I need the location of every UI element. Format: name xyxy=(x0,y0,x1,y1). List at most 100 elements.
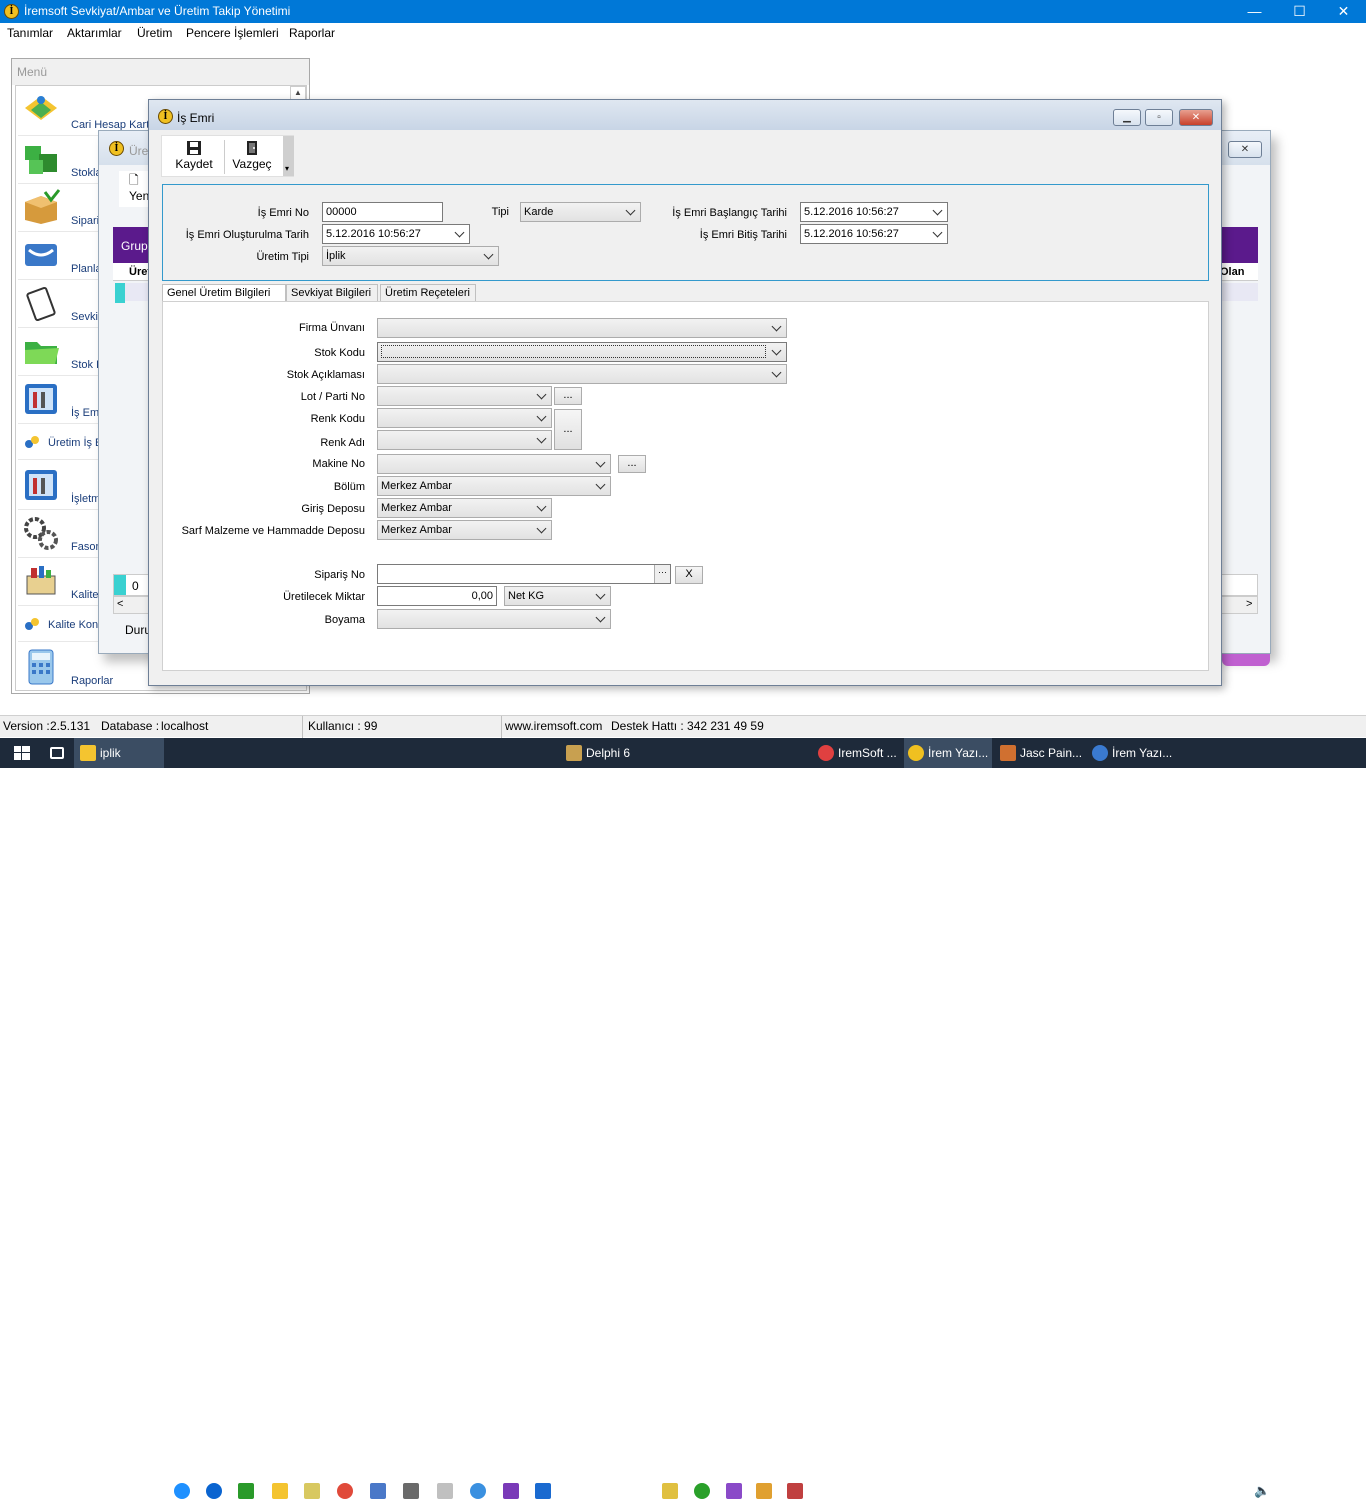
app-green-icon[interactable] xyxy=(238,1483,254,1499)
file-explorer-icon[interactable] xyxy=(272,1483,288,1499)
exit-door-icon xyxy=(247,141,257,155)
start-button[interactable] xyxy=(0,738,44,768)
tab-uretim-receteleri[interactable]: Üretim Reçeteleri xyxy=(380,284,476,302)
vazgec-button[interactable]: Vazgeç xyxy=(228,138,276,176)
siparis-clear-button[interactable]: X xyxy=(675,566,703,584)
app-green-round-icon[interactable] xyxy=(694,1483,710,1499)
chevron-down-icon xyxy=(933,228,943,238)
olusturma-tarihi-picker[interactable]: 5.12.2016 10:56:27 xyxy=(322,224,470,244)
wifi-icon[interactable] xyxy=(1232,1483,1248,1499)
renk-browse-button[interactable]: ... xyxy=(554,409,582,450)
app-round-icon[interactable] xyxy=(470,1483,486,1499)
menu-tanimlar[interactable]: Tanımlar xyxy=(7,26,53,40)
uretim-tipi-select[interactable]: İplik xyxy=(322,246,499,266)
chevron-down-icon xyxy=(933,206,943,216)
sarf-deposu-select[interactable]: Merkez Ambar xyxy=(377,520,552,540)
is-emri-restore-button[interactable]: ▫ xyxy=(1145,109,1173,126)
renk-adi-label: Renk Adı xyxy=(320,437,365,449)
toolbar-overflow-button[interactable]: ▾ xyxy=(283,136,294,176)
siparis-box-icon xyxy=(25,189,61,224)
close-button[interactable]: ✕ xyxy=(1321,0,1366,23)
stok-cubes-icon xyxy=(25,146,57,174)
bitis-tarihi-picker[interactable]: 5.12.2016 10:56:27 xyxy=(800,224,948,244)
birim-select[interactable]: Net KG xyxy=(504,586,611,606)
volume-icon[interactable]: 🔈 xyxy=(1254,1483,1270,1499)
irem-logo-icon xyxy=(908,745,924,761)
delphi-icon xyxy=(566,745,582,761)
is-emri-tools-icon xyxy=(25,384,57,414)
back-window-new-button[interactable]: 🗋 Yen xyxy=(119,171,149,207)
giris-deposu-select[interactable]: Merkez Ambar xyxy=(377,498,552,518)
back-footer-value: 0 xyxy=(132,579,139,593)
is-emri-minimize-button[interactable]: ▁ xyxy=(1113,109,1141,126)
is-emri-logo-icon: İ xyxy=(158,109,173,124)
chevron-down-icon xyxy=(772,322,782,332)
clock[interactable]: 10:56 xyxy=(1279,1484,1309,1498)
taskbar-item-iplik[interactable]: iplik xyxy=(74,738,164,768)
sarf-deposu-label: Sarf Malzeme ve Hammadde Deposu xyxy=(181,525,365,537)
notifications-icon[interactable] xyxy=(1326,1483,1342,1496)
makine-no-select[interactable] xyxy=(377,454,611,474)
menu-item-cari-hesap[interactable]: Cari Hesap Kart xyxy=(18,88,158,136)
task-view-button[interactable] xyxy=(44,738,72,768)
menu-aktarimlar[interactable]: Aktarımlar xyxy=(67,26,122,40)
tab-sevkiyat[interactable]: Sevkiyat Bilgileri xyxy=(286,284,378,302)
app-yellow-icon[interactable] xyxy=(662,1483,678,1499)
siparis-browse-button[interactable]: ··· xyxy=(654,565,670,583)
chevron-down-icon xyxy=(772,368,782,378)
visual-studio-icon[interactable] xyxy=(726,1483,742,1499)
chrome-icon[interactable] xyxy=(337,1483,353,1499)
taskbar-item-jasc[interactable]: Jasc Pain... xyxy=(996,738,1084,768)
stok-aciklama-select[interactable] xyxy=(377,364,787,384)
taskbar-item-irem-yazilim-2[interactable]: İrem Yazı... xyxy=(1088,738,1176,768)
scroll-up-icon[interactable]: ▲ xyxy=(290,86,306,100)
folder-icon xyxy=(80,745,96,761)
menu-pencere-islemleri[interactable]: Pencere İşlemleri xyxy=(186,26,279,40)
app-gray-icon[interactable] xyxy=(403,1483,419,1499)
firma-select[interactable] xyxy=(377,318,787,338)
scroll-left-icon[interactable]: < xyxy=(117,598,123,610)
renk-kodu-select[interactable] xyxy=(377,408,552,428)
is-emri-close-button[interactable]: ✕ xyxy=(1179,109,1213,126)
makine-browse-button[interactable]: ... xyxy=(618,455,646,473)
back-window-close-button[interactable]: ✕ xyxy=(1228,141,1262,158)
is-emri-no-input[interactable]: 00000 xyxy=(322,202,443,222)
minimize-button[interactable]: — xyxy=(1232,0,1277,23)
maximize-button[interactable]: ☐ xyxy=(1277,0,1322,23)
ie-icon[interactable] xyxy=(174,1483,190,1499)
baslangic-tarihi-picker[interactable]: 5.12.2016 10:56:27 xyxy=(800,202,948,222)
bolum-select[interactable]: Merkez Ambar xyxy=(377,476,611,496)
renk-adi-select[interactable] xyxy=(377,430,552,450)
kaydet-button[interactable]: Kaydet xyxy=(170,138,218,176)
taskbar-item-delphi[interactable]: Delphi 6 xyxy=(562,738,658,768)
row-indicator xyxy=(115,283,125,303)
uretilecek-miktar-input[interactable]: 0,00 xyxy=(377,586,497,606)
lot-parti-select[interactable] xyxy=(377,386,552,406)
edge-icon[interactable] xyxy=(206,1483,222,1499)
notepad-icon[interactable] xyxy=(304,1483,320,1499)
tray-chevron-icon[interactable]: ︿ xyxy=(1184,1484,1196,1501)
app-titlebar: İ İremsoft Sevkiyat/Ambar ve Üretim Taki… xyxy=(0,0,1366,23)
firma-label: Firma Ünvanı xyxy=(298,322,365,334)
boyama-select[interactable] xyxy=(377,609,611,629)
statusbar: Version : 2.5.131 Database : localhost K… xyxy=(0,715,1366,738)
is-emri-title: İş Emri xyxy=(177,111,215,125)
taskbar-item-irem-yazilim-1[interactable]: İrem Yazı... xyxy=(904,738,992,768)
outlook-icon[interactable] xyxy=(535,1483,551,1499)
app-blue-icon[interactable] xyxy=(370,1483,386,1499)
calculator-icon[interactable] xyxy=(437,1483,453,1499)
battery-icon[interactable] xyxy=(1208,1483,1224,1499)
lot-parti-browse-button[interactable]: ... xyxy=(554,387,582,405)
planlama-icon xyxy=(25,244,57,266)
app-red-icon[interactable] xyxy=(787,1483,803,1499)
stok-kodu-select[interactable] xyxy=(377,342,787,362)
lightning-icon[interactable] xyxy=(503,1483,519,1499)
siparis-no-label: Sipariş No xyxy=(314,569,365,581)
siparis-no-input[interactable]: ··· xyxy=(377,564,671,584)
menu-raporlar[interactable]: Raporlar xyxy=(289,26,335,40)
scroll-right-icon[interactable]: > xyxy=(1246,598,1252,610)
makine-no-label: Makine No xyxy=(312,458,365,470)
taskbar-item-iremsoft[interactable]: IremSoft ... xyxy=(814,738,902,768)
menu-uretim[interactable]: Üretim xyxy=(137,26,172,40)
app-orange-icon[interactable] xyxy=(756,1483,772,1499)
